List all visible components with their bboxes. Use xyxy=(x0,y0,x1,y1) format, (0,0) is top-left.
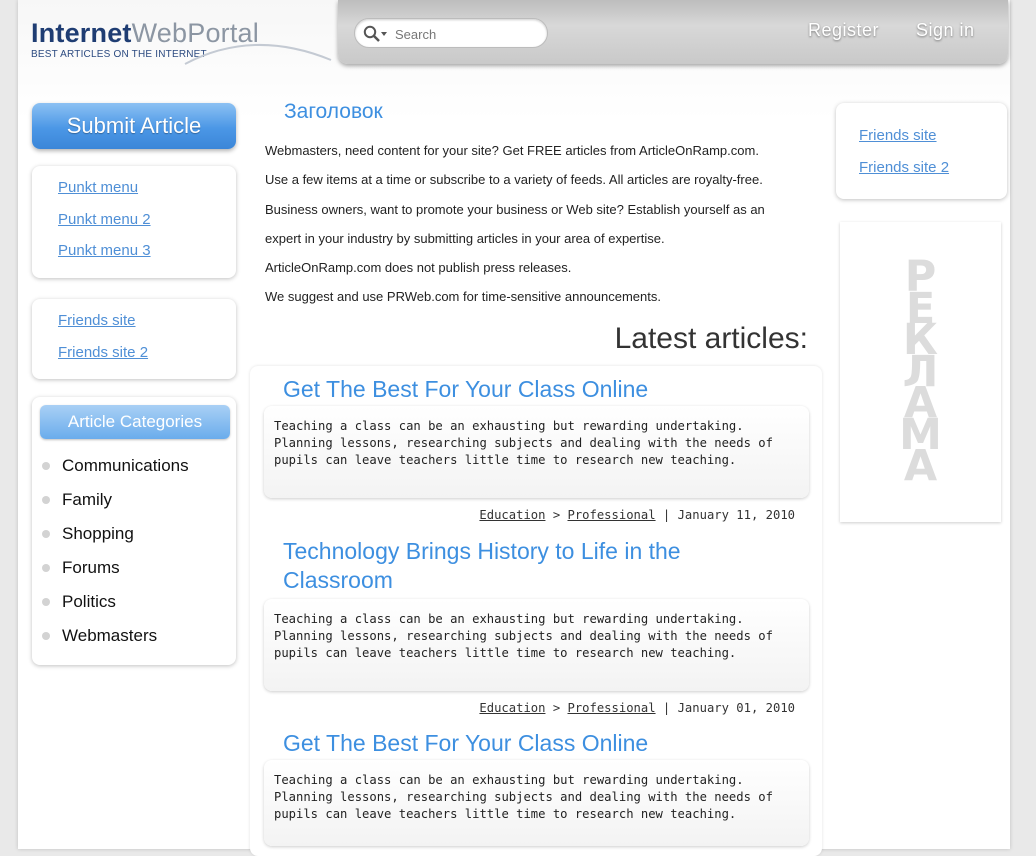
article-body: Teaching a class can be an exhausting bu… xyxy=(264,760,809,846)
category-item[interactable]: Forums xyxy=(42,558,189,592)
menu-item-2[interactable]: Punkt menu 2 xyxy=(58,211,151,228)
search-box xyxy=(354,18,548,48)
article-excerpt: Teaching a class can be an exhausting bu… xyxy=(274,419,773,467)
category-label: Politics xyxy=(62,592,116,611)
intro-text: Webmasters, need content for your site? … xyxy=(265,143,810,319)
friends-link-2[interactable]: Friends site 2 xyxy=(859,159,949,176)
logo-part-1: Internet xyxy=(31,18,132,48)
page-title: Заголовок xyxy=(284,100,383,123)
bullet-icon xyxy=(42,462,50,470)
article-body: Teaching a class can be an exhausting bu… xyxy=(264,599,809,691)
article-subcategory-link[interactable]: Professional xyxy=(568,701,656,715)
category-item[interactable]: Communications xyxy=(42,456,189,490)
meta-divider: | xyxy=(662,701,671,715)
category-item[interactable]: Family xyxy=(42,490,189,524)
category-item[interactable]: Politics xyxy=(42,592,189,626)
article-title[interactable]: Get The Best For Your Class Online xyxy=(283,375,703,404)
intro-line: ArticleOnRamp.com does not publish press… xyxy=(265,260,572,276)
search-icon xyxy=(363,25,387,42)
article-title[interactable]: Get The Best For Your Class Online xyxy=(283,729,703,758)
bullet-icon xyxy=(42,530,50,538)
intro-line: Business owners, want to promote your bu… xyxy=(265,201,765,217)
menu-item-1[interactable]: Punkt menu xyxy=(58,179,138,196)
latest-articles-title: Latest articles: xyxy=(614,322,808,355)
intro-line: Use a few items at a time or subscribe t… xyxy=(265,172,763,188)
friends-link-1[interactable]: Friends site xyxy=(859,127,937,144)
submit-article-button[interactable]: Submit Article xyxy=(32,103,236,149)
article-meta: Education > Professional | January 11, 2… xyxy=(440,508,795,522)
article-body: Teaching a class can be an exhausting bu… xyxy=(264,406,809,498)
article-excerpt: Teaching a class can be an exhausting bu… xyxy=(274,773,773,821)
search-input[interactable] xyxy=(393,24,542,44)
article-title[interactable]: Technology Brings History to Life in the… xyxy=(283,537,703,595)
breadcrumb-separator: > xyxy=(552,508,561,522)
category-label: Shopping xyxy=(62,524,134,543)
category-label: Family xyxy=(62,490,113,509)
categories-box: Article Categories Communications Family… xyxy=(32,397,236,665)
article-date: January 01, 2010 xyxy=(677,701,795,715)
ad-letter: А xyxy=(903,441,938,491)
category-label: Forums xyxy=(62,558,120,577)
register-link[interactable]: Register xyxy=(808,20,879,41)
friends-link-2[interactable]: Friends site 2 xyxy=(58,344,148,361)
intro-line: We suggest and use PRWeb.com for time-se… xyxy=(265,289,661,305)
bullet-icon xyxy=(42,564,50,572)
categories-title: Article Categories xyxy=(40,405,230,439)
category-item[interactable]: Shopping xyxy=(42,524,189,558)
bullet-icon xyxy=(42,496,50,504)
site-logo[interactable]: InternetWebPortal BEST ARTICLES ON THE I… xyxy=(31,18,332,66)
menu-box: Punkt menu Punkt menu 2 Punkt menu 3 xyxy=(32,166,236,278)
article-date: January 11, 2010 xyxy=(677,508,795,522)
article-subcategory-link[interactable]: Professional xyxy=(568,508,656,522)
category-label: Communications xyxy=(62,456,189,475)
article-category-link[interactable]: Education xyxy=(479,508,545,522)
categories-list: Communications Family Shopping Forums Po… xyxy=(42,456,189,660)
ad-banner[interactable]: Р Е К Л А М А xyxy=(840,222,1001,522)
logo-swoosh-icon xyxy=(184,43,332,65)
sign-in-link[interactable]: Sign in xyxy=(916,20,975,41)
bullet-icon xyxy=(42,632,50,640)
friends-link-1[interactable]: Friends site xyxy=(58,312,136,329)
friends-box-left: Friends site Friends site 2 xyxy=(32,299,236,379)
article-meta: Education > Professional | January 01, 2… xyxy=(440,701,795,715)
meta-divider: | xyxy=(662,508,671,522)
breadcrumb-separator: > xyxy=(552,701,561,715)
intro-line: expert in your industry by submitting ar… xyxy=(265,230,665,246)
ad-label: Р Е К Л А М А xyxy=(840,256,1001,491)
category-label: Webmasters xyxy=(62,626,158,645)
friends-box-right: Friends site Friends site 2 xyxy=(836,103,1007,199)
bullet-icon xyxy=(42,598,50,606)
menu-item-3[interactable]: Punkt menu 3 xyxy=(58,242,151,259)
category-item[interactable]: Webmasters xyxy=(42,626,189,660)
top-bar: Register Sign in xyxy=(338,0,1008,64)
intro-line: Webmasters, need content for your site? … xyxy=(265,143,759,158)
article-excerpt: Teaching a class can be an exhausting bu… xyxy=(274,612,773,660)
article-category-link[interactable]: Education xyxy=(479,701,545,715)
